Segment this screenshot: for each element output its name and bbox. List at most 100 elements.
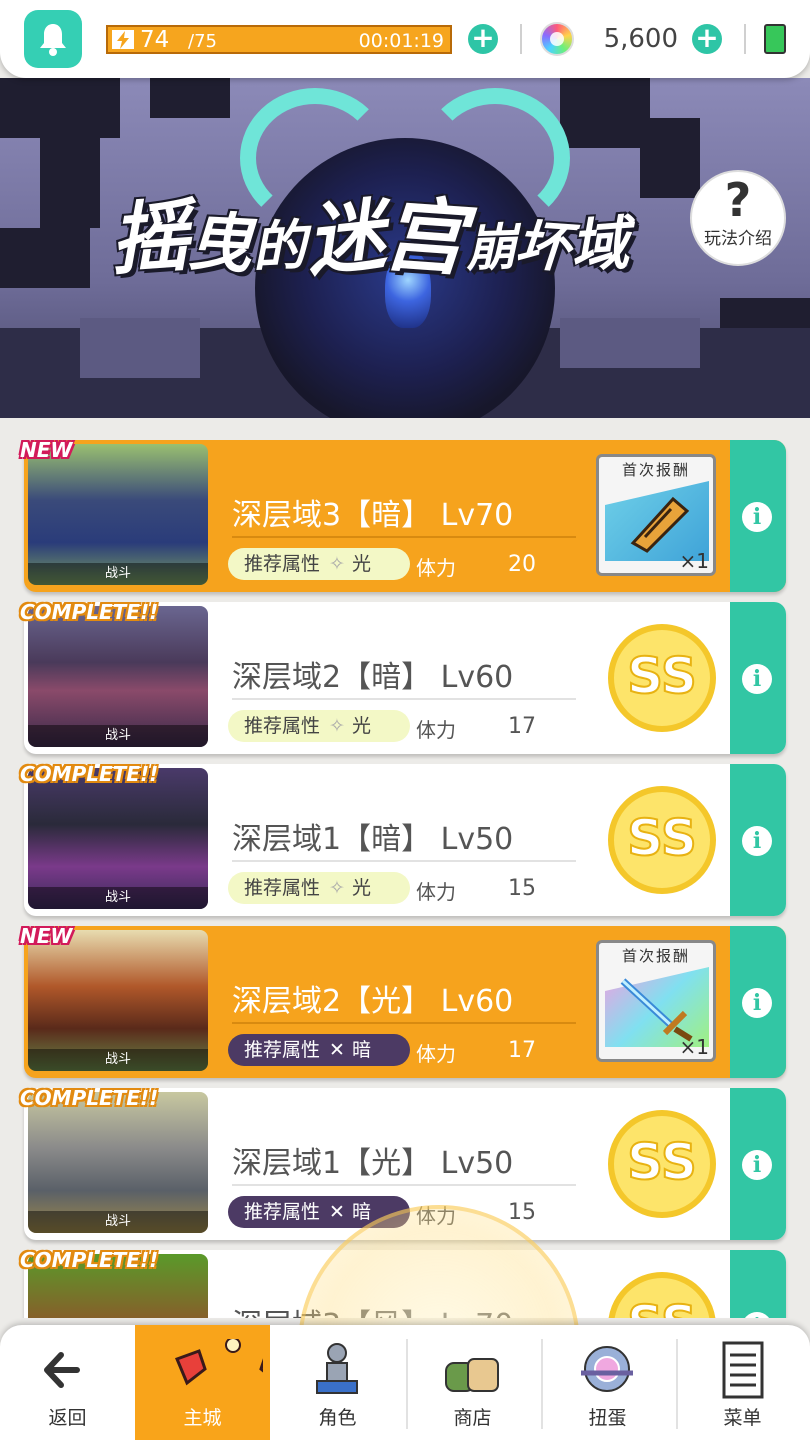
dungeon-card[interactable]: 战斗 深层域2【光】 Lv60 推荐属性 ✕ 暗 体力 17 首次报酬 ×1 i — [24, 926, 786, 1078]
stamina-current: 74 — [140, 27, 170, 53]
nav-label: 角色 — [318, 1407, 357, 1429]
divider — [232, 1184, 576, 1186]
stamina-label: 体力 — [416, 556, 456, 580]
first-clear-reward[interactable]: 首次报酬 ×1 — [596, 454, 716, 576]
battle-label: 战斗 — [28, 1049, 208, 1071]
divider — [744, 24, 746, 54]
nav-label: 菜单 — [723, 1407, 762, 1429]
info-button[interactable]: i — [730, 602, 786, 754]
info-icon: i — [742, 988, 772, 1018]
rank-medal: SS — [602, 1264, 722, 1318]
stamina-max: /75 — [188, 31, 217, 52]
nav-character[interactable]: 角色 — [270, 1325, 405, 1440]
nav-menu[interactable]: 菜单 — [675, 1325, 810, 1440]
stamina-cost: 20 — [508, 552, 536, 577]
complete-tag: COMPLETE!! — [20, 762, 159, 786]
info-button[interactable]: i — [730, 1250, 786, 1318]
nav-label: 主城 — [183, 1407, 222, 1429]
dark-element-icon: ✕ — [329, 1201, 345, 1223]
boss-thumbnail[interactable]: 战斗 — [28, 444, 208, 585]
nav-label: 返回 — [48, 1407, 87, 1429]
divider — [520, 24, 522, 54]
divider — [406, 1339, 408, 1429]
rank-medal: SS — [602, 1102, 722, 1222]
complete-tag: COMPLETE!! — [20, 1086, 159, 1110]
new-tag: NEW — [20, 924, 73, 948]
rainbow-gem-icon — [540, 22, 574, 56]
dark-element-icon: ✕ — [329, 1039, 345, 1061]
divider — [676, 1339, 678, 1429]
nav-shop[interactable]: 商店 — [405, 1325, 540, 1440]
top-status-bar: 74 /75 00:01:19 + 5,600 + — [0, 0, 810, 78]
dungeon-card[interactable]: 战斗 深层域2【暗】 Lv60 推荐属性 ✧ 光 体力 17 SS i — [24, 602, 786, 754]
info-icon: i — [742, 826, 772, 856]
dungeon-list[interactable]: NEW 战斗 深层域3【暗】 Lv70 推荐属性 ✧ 光 体力 20 首次报酬 ×1… — [0, 418, 810, 1318]
light-element-icon: ✧ — [329, 715, 345, 737]
rank-medal: SS — [602, 778, 722, 898]
nav-back[interactable]: 返回 — [0, 1325, 135, 1440]
nav-label: 扭蛋 — [588, 1407, 627, 1429]
new-tag: NEW — [20, 438, 73, 462]
battery-icon — [764, 24, 786, 54]
rainbow-sword-icon — [620, 978, 693, 1042]
first-clear-reward[interactable]: 首次报酬 ×1 — [596, 940, 716, 1062]
info-button[interactable]: i — [730, 1088, 786, 1240]
boss-thumbnail[interactable]: 战斗 — [28, 768, 208, 909]
divider — [541, 1339, 543, 1429]
complete-tag: COMPLETE!! — [20, 600, 159, 624]
rank-medal: SS — [602, 616, 722, 736]
battle-label: 战斗 — [28, 887, 208, 909]
recommended-attribute: 推荐属性 ✧ 光 — [228, 872, 410, 904]
boss-thumbnail[interactable]: 战斗 — [28, 606, 208, 747]
recommended-attribute: 推荐属性 ✧ 光 — [228, 710, 410, 742]
boss-thumbnail[interactable]: 战斗 — [28, 930, 208, 1071]
character-statue-icon — [316, 1343, 358, 1394]
rank-text: SS — [608, 1272, 716, 1318]
dungeon-name: 深层域2【光】 Lv60 — [232, 984, 514, 1019]
info-icon: i — [742, 502, 772, 532]
rank-text: SS — [626, 808, 698, 868]
stamina-cost: 15 — [508, 1200, 536, 1225]
stamina-label: 体力 — [416, 1042, 456, 1066]
add-stamina-button[interactable]: + — [468, 24, 498, 54]
dungeon-name: 深层域1【光】 Lv50 — [232, 1146, 514, 1181]
gem-count: 5,600 — [603, 24, 678, 54]
info-button[interactable]: i — [730, 764, 786, 916]
light-element-icon: ✧ — [329, 553, 345, 575]
info-button[interactable]: i — [730, 926, 786, 1078]
complete-tag: COMPLETE!! — [20, 1248, 159, 1272]
dungeon-name: 深层域1【暗】 Lv50 — [232, 822, 514, 857]
battle-label: 战斗 — [28, 563, 208, 585]
info-icon: i — [742, 664, 772, 694]
stamina-cost: 15 — [508, 876, 536, 901]
info-icon: i — [742, 1312, 772, 1318]
back-arrow-icon — [44, 1352, 80, 1388]
dungeon-name: 深层域2【暗】 Lv60 — [232, 660, 514, 695]
nav-label: 商店 — [453, 1407, 492, 1429]
shop-bags-icon — [445, 1358, 499, 1392]
add-gems-button[interactable]: + — [692, 24, 722, 54]
menu-list-icon — [722, 1341, 764, 1399]
rank-text: SS — [626, 1132, 698, 1192]
notification-button[interactable] — [24, 10, 82, 68]
light-element-icon: ✧ — [329, 877, 345, 899]
divider — [232, 698, 576, 700]
how-to-play-label: 玩法介绍 — [704, 229, 772, 249]
rank-text: SS — [626, 646, 698, 706]
castle-icon — [175, 1339, 263, 1386]
stamina-timer: 00:01:19 — [358, 30, 444, 52]
nav-main-city[interactable]: 主城 — [135, 1325, 270, 1440]
ancient-scroll-icon — [630, 496, 690, 553]
dungeon-card[interactable]: 战斗 深层域1【暗】 Lv50 推荐属性 ✧ 光 体力 15 SS i — [24, 764, 786, 916]
event-banner: 摇曳的迷宫崩坏域 ? 玩法介绍 — [0, 78, 810, 418]
info-icon: i — [742, 1150, 772, 1180]
stamina-label: 体力 — [416, 718, 456, 742]
dungeon-select-screen: 74 /75 00:01:19 + 5,600 + 摇曳的迷宫崩坏域 ? 玩法介… — [0, 0, 810, 1440]
dungeon-card[interactable]: 战斗 深层域3【暗】 Lv70 推荐属性 ✧ 光 体力 20 首次报酬 ×1 i — [24, 440, 786, 592]
how-to-play-button[interactable]: ? 玩法介绍 — [690, 170, 786, 266]
info-button[interactable]: i — [730, 440, 786, 592]
gacha-orb-icon — [581, 1346, 633, 1392]
boss-thumbnail[interactable]: 战斗 — [28, 1092, 208, 1233]
nav-gacha[interactable]: 扭蛋 — [540, 1325, 675, 1440]
divider — [232, 536, 576, 538]
